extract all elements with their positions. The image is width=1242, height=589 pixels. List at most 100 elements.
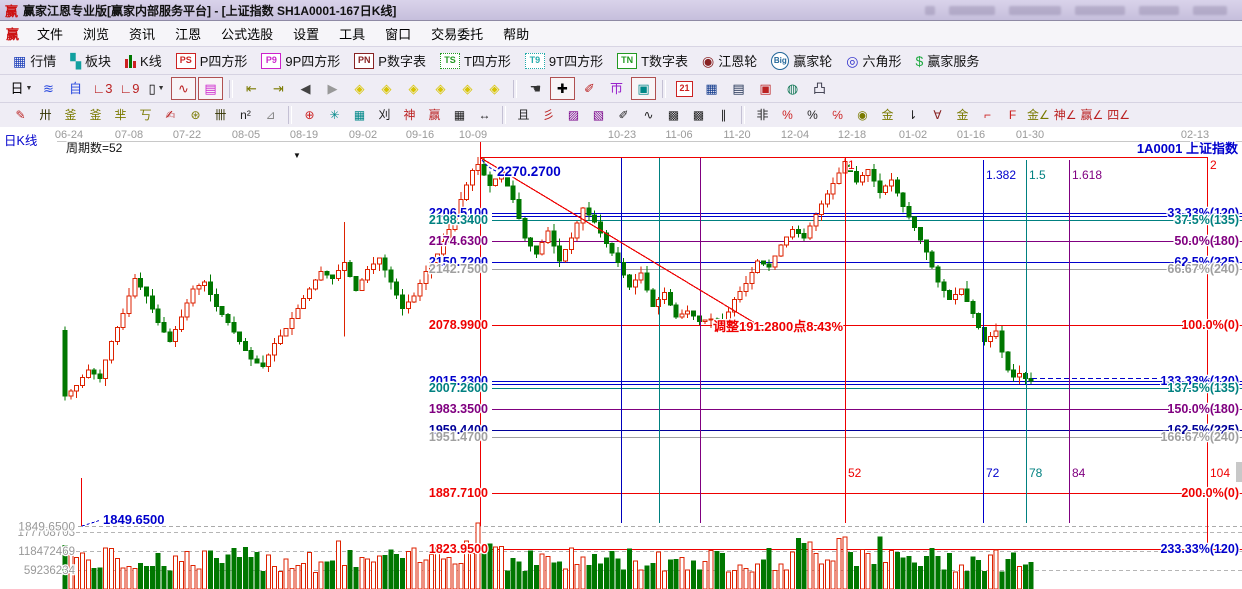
tool-four-angle[interactable]: 四∠ <box>1106 105 1131 126</box>
tool-dist-frame[interactable]: 且 <box>512 105 535 126</box>
tool-mark-quotes[interactable]: 刈 <box>373 105 396 126</box>
scrollbar-thumb[interactable] <box>1236 462 1242 482</box>
tool-grid-123[interactable]: ▦ <box>448 105 471 126</box>
tool-j-angle[interactable]: ⌐ <box>976 105 999 126</box>
tool-gold-line[interactable]: 金 <box>876 105 899 126</box>
tool-crosshair-tool[interactable]: ✚ <box>550 77 575 100</box>
tool-save[interactable]: ▣ <box>753 77 778 100</box>
volume-bar <box>371 562 375 589</box>
tool-hand-tool[interactable]: ☚ <box>523 77 548 100</box>
tool-pen[interactable]: ✎ <box>9 105 32 126</box>
tool-info-panel[interactable]: 自 <box>63 77 88 100</box>
tool-calculator[interactable]: ▦ <box>699 77 724 100</box>
menu-item-7[interactable]: 窗口 <box>375 22 421 45</box>
kline-chart-area[interactable]: 06-2407-0807-2208-0508-1909-0209-1610-09… <box>0 127 1242 589</box>
toolbar-button-kline[interactable]: K线 <box>118 51 169 70</box>
toolbar-button-gann-wheel[interactable]: ◉江恩轮 <box>695 51 764 70</box>
tool-ruler-tool[interactable]: 帀 <box>604 77 629 100</box>
tool-win-angle[interactable]: 赢∠ <box>1080 105 1105 126</box>
tool-gold-circle[interactable]: ◉ <box>851 105 874 126</box>
tool-candle-style[interactable]: ▯▼ <box>144 77 169 100</box>
tool-shen-angle[interactable]: 神∠ <box>1053 105 1078 126</box>
toolbar-button-9p-square[interactable]: P99P四方形 <box>254 51 347 70</box>
tool-target-circle[interactable]: ⊕ <box>298 105 321 126</box>
tool-av-tool[interactable]: ∀ <box>926 105 949 126</box>
tool-gann-diamond-cross[interactable]: ◈ <box>401 77 426 100</box>
tool-gann-diamond-right[interactable]: ◈ <box>374 77 399 100</box>
tool-prev-bar[interactable]: ◀ <box>293 77 318 100</box>
toolbar-button-9t-square[interactable]: T99T四方形 <box>518 51 610 70</box>
toolbar-button-p-square[interactable]: PSP四方形 <box>169 51 255 70</box>
tool-win-grid[interactable]: 赢 <box>423 105 446 126</box>
menu-item-4[interactable]: 公式选股 <box>211 22 283 45</box>
tool-gold-square-2[interactable]: 釜 <box>84 105 107 126</box>
tool-fibo-grid[interactable]: 芈 <box>109 105 132 126</box>
tool-circle-degree[interactable]: ⊛ <box>184 105 207 126</box>
toolbar-button-winner-wheel[interactable]: Big赢家轮 <box>764 51 839 70</box>
menu-item-1[interactable]: 浏览 <box>73 22 119 45</box>
tool-box-hatch-2[interactable]: ▧ <box>587 105 610 126</box>
tool-pct-drop[interactable]: % <box>776 105 799 126</box>
tool-pattern-tool[interactable]: ▣ <box>631 77 656 100</box>
tool-shen-grid[interactable]: 神 <box>398 105 421 126</box>
tool-gold-angle[interactable]: 金∠ <box>1026 105 1051 126</box>
toolbar-button-t-table[interactable]: TNT数字表 <box>610 51 695 70</box>
tool-last-page[interactable]: ⇥ <box>266 77 291 100</box>
tool-vol-dist[interactable]: 非 <box>751 105 774 126</box>
tool-line-tool[interactable]: ✐ <box>577 77 602 100</box>
tool-gann-lines[interactable]: 卅 <box>34 105 57 126</box>
tool-calendar[interactable]: 21 <box>672 77 697 100</box>
tool-grid-a[interactable]: ▩ <box>662 105 685 126</box>
toolbar-button-t-square[interactable]: TST四方形 <box>433 51 518 70</box>
tool-gann-diamond-x[interactable]: ◈ <box>428 77 453 100</box>
document-icon[interactable]: 赢 <box>6 24 19 43</box>
tool-span-arrows[interactable]: ↔ <box>473 105 496 126</box>
tool-time-lines[interactable]: 卌 <box>209 105 232 126</box>
tool-slant-lines[interactable]: ∥ <box>712 105 735 126</box>
tool-web-square[interactable]: ▦ <box>348 105 371 126</box>
tool-period-day[interactable]: 日▼ <box>9 77 34 100</box>
tool-profile-histogram[interactable]: ▤ <box>198 77 223 100</box>
menu-item-3[interactable]: 江恩 <box>165 22 211 45</box>
menu-item-5[interactable]: 设置 <box>283 22 329 45</box>
menu-item-8[interactable]: 交易委托 <box>421 22 493 45</box>
tool-angle-mirror[interactable]: ⊿ <box>259 105 282 126</box>
tool-gann-diamond-left[interactable]: ◈ <box>347 77 372 100</box>
volume-bar <box>651 564 655 589</box>
menu-item-2[interactable]: 资讯 <box>119 22 165 45</box>
tool-wave-lines[interactable]: ∿ <box>637 105 660 126</box>
toolbar-button-p-table[interactable]: PNP数字表 <box>347 51 433 70</box>
toolbar-button-quotes[interactable]: ▦行情 <box>6 51 63 70</box>
tool-first-page[interactable]: ⇤ <box>239 77 264 100</box>
tool-gann-diamond-all[interactable]: ◈ <box>482 77 507 100</box>
menu-item-0[interactable]: 文件 <box>27 22 73 45</box>
tool-trend-wave[interactable]: ≋ <box>36 77 61 100</box>
tool-pencil-line[interactable]: ✐ <box>612 105 635 126</box>
tool-n-square[interactable]: n² <box>234 105 257 126</box>
toolbar-button-hexagon[interactable]: ◎六角形 <box>839 51 908 70</box>
tool-gann-diamond-star[interactable]: ◈ <box>455 77 480 100</box>
tool-ray-fan[interactable]: 彡 <box>537 105 560 126</box>
tool-next-bar[interactable]: ▶ <box>320 77 345 100</box>
tool-web-diamond[interactable]: ✳ <box>323 105 346 126</box>
tool-pen-ruler[interactable]: ✍ <box>159 105 182 126</box>
tool-notes[interactable]: ▤ <box>726 77 751 100</box>
tool-print[interactable]: 凸 <box>807 77 832 100</box>
tool-gold-square-1[interactable]: 釜 <box>59 105 82 126</box>
tool-pct-line[interactable]: ℅ <box>826 105 849 126</box>
tool-f-angle[interactable]: F <box>1001 105 1024 126</box>
tool-grid-b[interactable]: ▩ <box>687 105 710 126</box>
tool-box-hatch-1[interactable]: ▨ <box>562 105 585 126</box>
tool-web[interactable]: ◍ <box>780 77 805 100</box>
tool-spiral[interactable]: 丂 <box>134 105 157 126</box>
tool-zigzag-red[interactable]: ∿ <box>171 77 196 100</box>
tool-knife[interactable]: ⇂ <box>901 105 924 126</box>
tool-overlay-3[interactable]: ∟3 <box>90 77 115 100</box>
toolbar-button-winner-service[interactable]: $赢家服务 <box>909 51 987 70</box>
menu-item-6[interactable]: 工具 <box>329 22 375 45</box>
tool-pct[interactable]: % <box>801 105 824 126</box>
toolbar-button-sectors[interactable]: ▚板块 <box>63 51 118 70</box>
tool-overlay-9[interactable]: ∟9 <box>117 77 142 100</box>
tool-gold-lines-2[interactable]: 金 <box>951 105 974 126</box>
menu-item-9[interactable]: 帮助 <box>493 22 539 45</box>
